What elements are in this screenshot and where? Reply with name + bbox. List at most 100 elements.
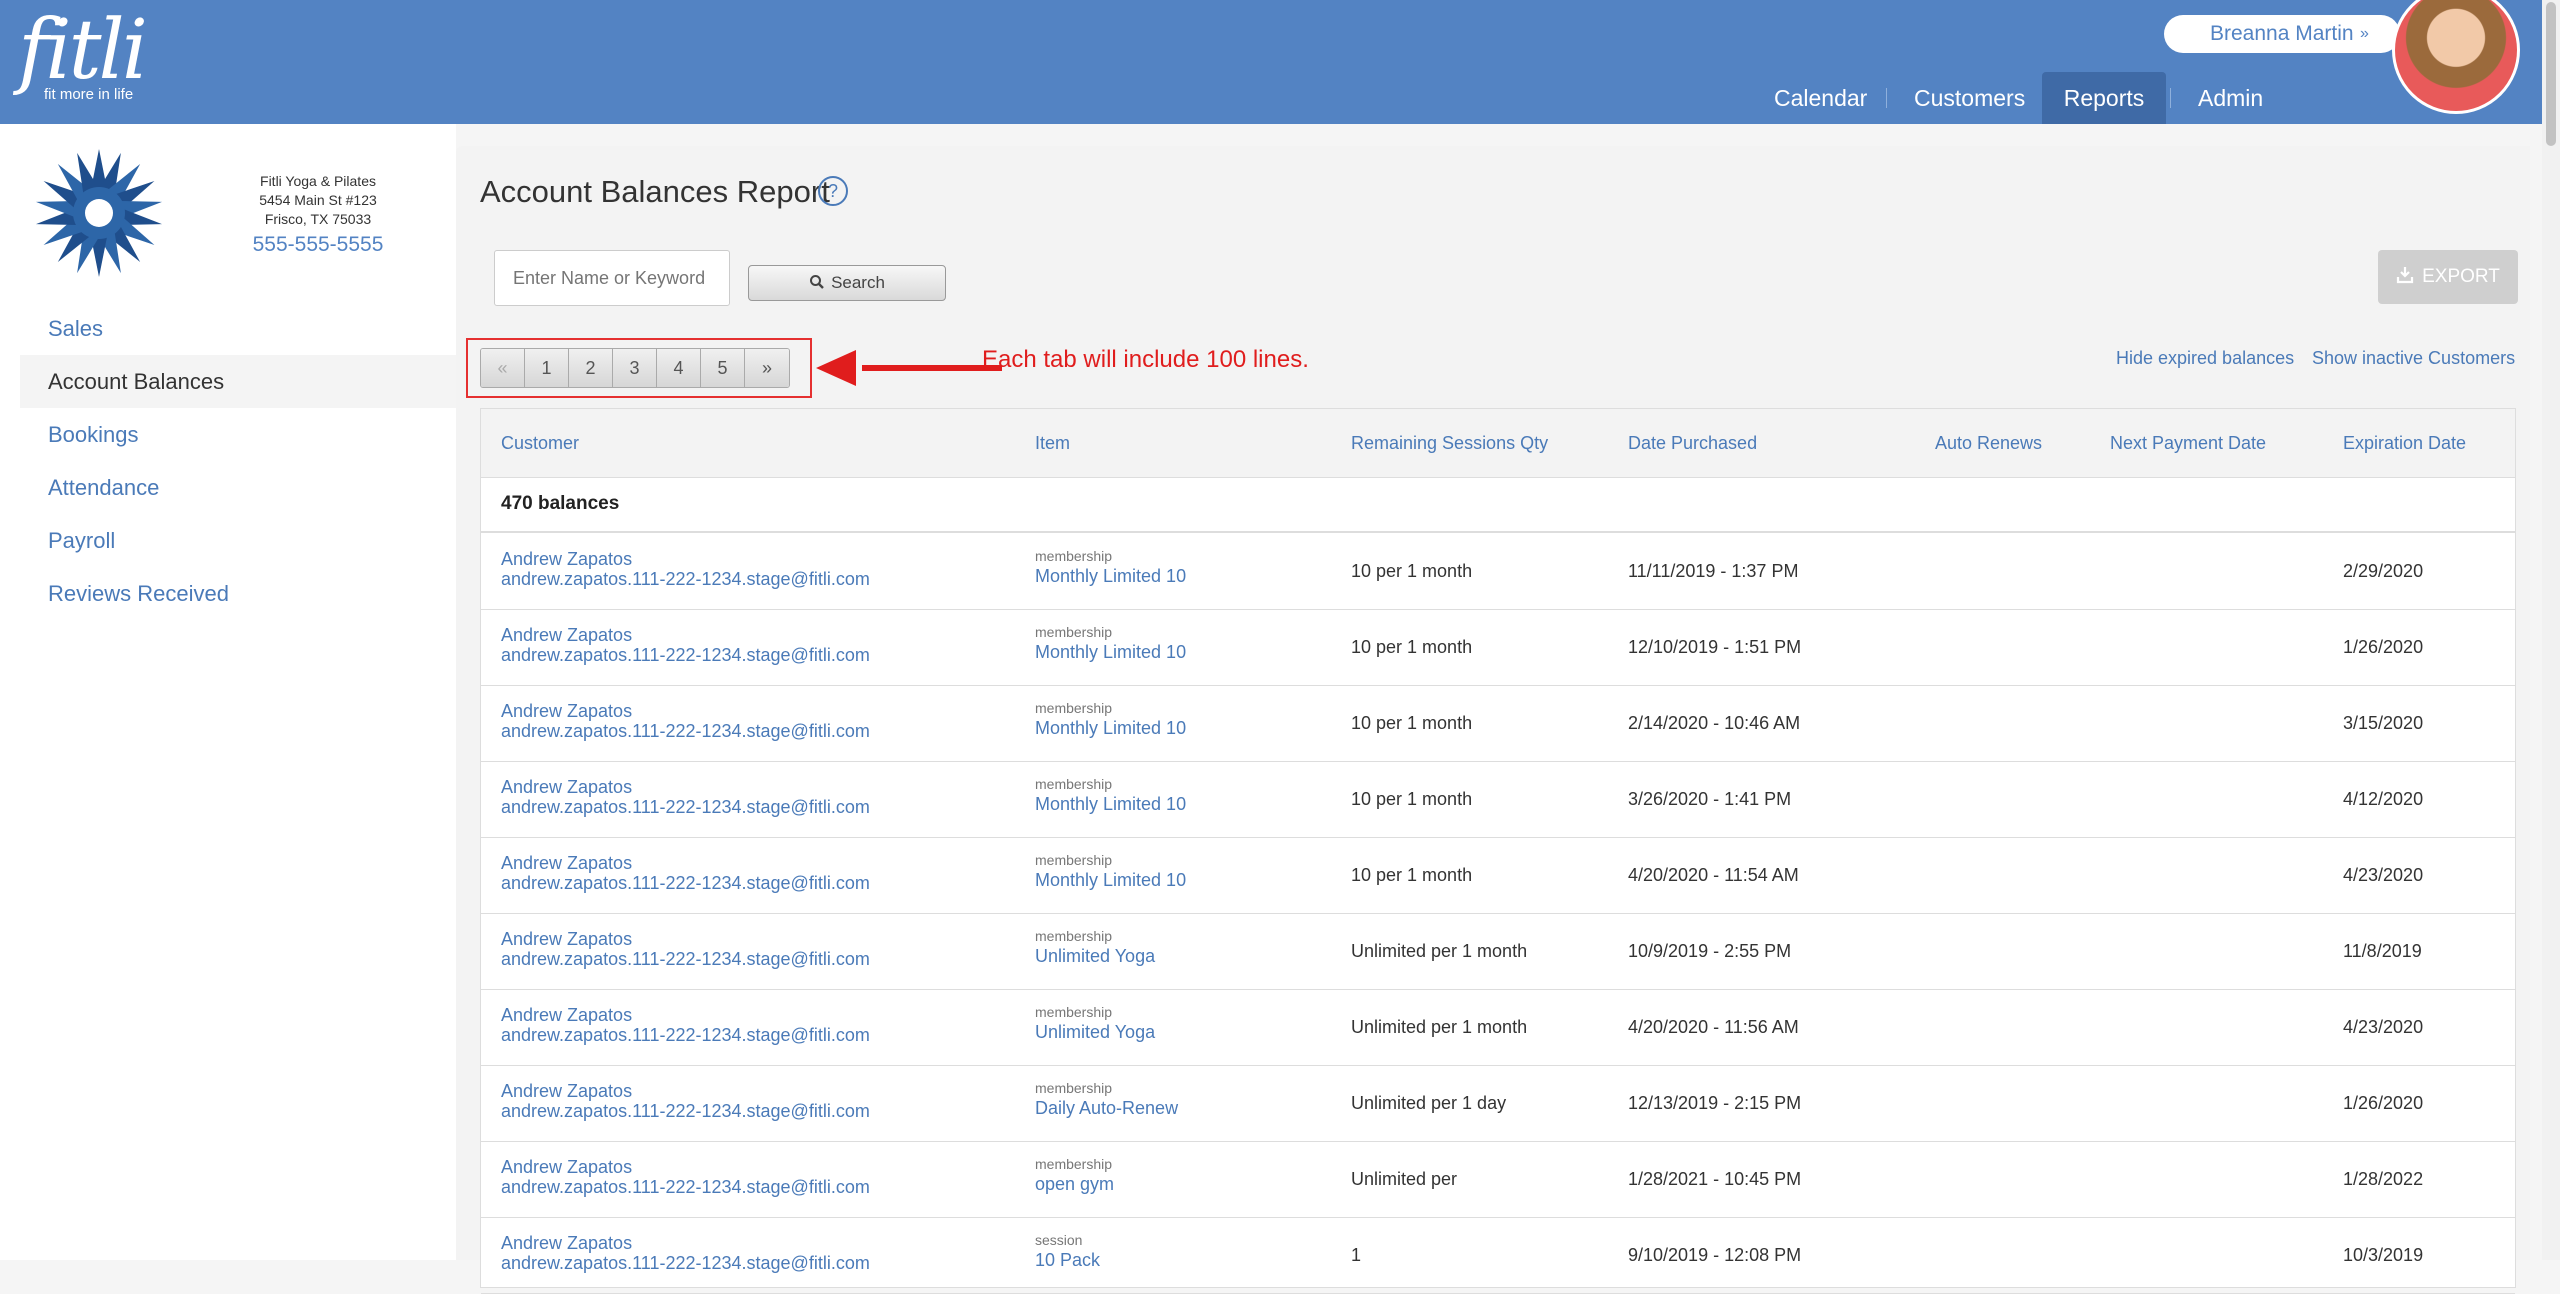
report-menu: Sales Account Balances Bookings Attendan… (20, 302, 456, 620)
column-header-auto-renews[interactable]: Auto Renews (1935, 409, 2042, 477)
user-name: Breanna Martin (2210, 22, 2354, 45)
item-name-link[interactable]: Monthly Limited 10 (1035, 869, 1186, 891)
table-header: Customer Item Remaining Sessions Qty Dat… (481, 409, 2515, 478)
date-purchased: 3/26/2020 - 1:41 PM (1628, 789, 1792, 809)
pagination-page-1[interactable]: 1 (525, 349, 569, 387)
date-purchased: 10/9/2019 - 2:55 PM (1628, 941, 1792, 961)
customer-email-link[interactable]: andrew.zapatos.111-222-1234.stage@fitli.… (501, 1253, 870, 1273)
date-purchased: 1/28/2021 - 10:45 PM (1628, 1169, 1802, 1189)
nav-calendar[interactable]: Calendar (1774, 72, 1867, 124)
item-name-link[interactable]: Monthly Limited 10 (1035, 565, 1186, 587)
customer-name-link[interactable]: Andrew Zapatos (501, 929, 870, 949)
export-button-label: EXPORT (2422, 266, 2500, 287)
studio-name: Fitli Yoga & Pilates (260, 173, 376, 189)
studio-logo-icon (35, 149, 163, 277)
remaining-sessions: 10 per 1 month (1351, 637, 1473, 657)
customer-name-link[interactable]: Andrew Zapatos (501, 625, 870, 645)
customer-email-link[interactable]: andrew.zapatos.111-222-1234.stage@fitli.… (501, 1025, 870, 1045)
expiration-date: 4/23/2020 (2343, 1017, 2424, 1037)
customer-email-link[interactable]: andrew.zapatos.111-222-1234.stage@fitli.… (501, 1177, 870, 1197)
customer-name-link[interactable]: Andrew Zapatos (501, 777, 870, 797)
item-type: membership (1035, 700, 1113, 716)
customer-email-link[interactable]: andrew.zapatos.111-222-1234.stage@fitli.… (501, 873, 870, 893)
customer-email-link[interactable]: andrew.zapatos.111-222-1234.stage@fitli.… (501, 721, 870, 741)
table-row: Andrew Zapatos andrew.zapatos.111-222-123… (481, 761, 2515, 838)
table-row: Andrew Zapatos andrew.zapatos.111-222-123… (481, 837, 2515, 914)
pagination-page-3[interactable]: 3 (613, 349, 657, 387)
customer-name-link[interactable]: Andrew Zapatos (501, 549, 870, 569)
column-header-item[interactable]: Item (1035, 409, 1070, 477)
customer-email-link[interactable]: andrew.zapatos.111-222-1234.stage@fitli.… (501, 569, 870, 589)
download-icon (2397, 267, 2414, 284)
sidebar-item-bookings[interactable]: Bookings (20, 408, 456, 461)
sidebar-item-payroll[interactable]: Payroll (20, 514, 456, 567)
item-type: membership (1035, 1080, 1113, 1096)
sidebar-item-reviews-received[interactable]: Reviews Received (20, 567, 456, 620)
pagination-page-4[interactable]: 4 (657, 349, 701, 387)
column-header-next-payment[interactable]: Next Payment Date (2110, 409, 2266, 477)
column-header-expiration[interactable]: Expiration Date (2343, 409, 2466, 477)
customer-email-link[interactable]: andrew.zapatos.111-222-1234.stage@fitli.… (501, 949, 870, 969)
table-row: Andrew Zapatos andrew.zapatos.111-222-123… (481, 685, 2515, 762)
customer-name-link[interactable]: Andrew Zapatos (501, 1081, 870, 1101)
item-name-link[interactable]: Unlimited Yoga (1035, 1021, 1155, 1043)
user-menu-button[interactable]: Breanna Martin » (2164, 15, 2400, 53)
nav-admin[interactable]: Admin (2198, 72, 2263, 124)
export-button[interactable]: EXPORT (2378, 250, 2518, 304)
hide-expired-link[interactable]: Hide expired balances (2116, 348, 2294, 369)
customer-name-link[interactable]: Andrew Zapatos (501, 1005, 870, 1025)
nav-reports[interactable]: Reports (2042, 72, 2166, 124)
table-row: Andrew Zapatos andrew.zapatos.111-222-123… (481, 533, 2515, 610)
search-button[interactable]: Search (748, 265, 946, 301)
sidebar-item-account-balances[interactable]: Account Balances (20, 355, 456, 408)
customer-name-link[interactable]: Andrew Zapatos (501, 1157, 870, 1177)
scrollbar[interactable] (2542, 0, 2560, 1260)
expiration-date: 1/26/2020 (2343, 637, 2424, 657)
item-name-link[interactable]: Monthly Limited 10 (1035, 717, 1186, 739)
customer-name-link[interactable]: Andrew Zapatos (501, 701, 870, 721)
sidebar-item-sales[interactable]: Sales (20, 302, 456, 355)
balance-count: 470 balances (501, 493, 620, 514)
pagination-next[interactable]: » (745, 349, 789, 387)
show-inactive-link[interactable]: Show inactive Customers (2312, 348, 2515, 369)
item-name-link[interactable]: 10 Pack (1035, 1249, 1100, 1271)
sidebar: Fitli Yoga & Pilates 5454 Main St #123 F… (0, 124, 456, 1260)
scrollbar-thumb[interactable] (2546, 2, 2556, 146)
customer-name-link[interactable]: Andrew Zapatos (501, 853, 870, 873)
remaining-sessions: 10 per 1 month (1351, 789, 1473, 809)
sidebar-item-attendance[interactable]: Attendance (20, 461, 456, 514)
expiration-date: 10/3/2019 (2343, 1245, 2424, 1265)
item-type: membership (1035, 1004, 1113, 1020)
search-input[interactable] (494, 250, 730, 306)
item-type: membership (1035, 928, 1113, 944)
nav-customers[interactable]: Customers (1914, 72, 2025, 124)
remaining-sessions: Unlimited per 1 month (1351, 1017, 1528, 1037)
remaining-sessions: 1 (1351, 1245, 1362, 1265)
column-header-date-purchased[interactable]: Date Purchased (1628, 409, 1757, 477)
item-name-link[interactable]: open gym (1035, 1173, 1114, 1195)
column-header-remaining[interactable]: Remaining Sessions Qty (1351, 409, 1548, 477)
nav-divider (1886, 88, 1887, 108)
item-name-link[interactable]: Monthly Limited 10 (1035, 793, 1186, 815)
item-name-link[interactable]: Daily Auto-Renew (1035, 1097, 1178, 1119)
studio-phone[interactable]: 555-555-5555 (215, 234, 421, 255)
balance-count-row: 470 balances (481, 477, 2515, 533)
help-icon[interactable]: ? (818, 176, 848, 206)
customer-name-link[interactable]: Andrew Zapatos (501, 1233, 870, 1253)
item-name-link[interactable]: Monthly Limited 10 (1035, 641, 1186, 663)
customer-email-link[interactable]: andrew.zapatos.111-222-1234.stage@fitli.… (501, 645, 870, 665)
date-purchased: 2/14/2020 - 10:46 AM (1628, 713, 1801, 733)
column-header-customer[interactable]: Customer (501, 409, 579, 477)
pagination: « 1 2 3 4 5 » (480, 348, 790, 388)
pagination-page-2[interactable]: 2 (569, 349, 613, 387)
nav-divider (2170, 88, 2171, 108)
table-row: Andrew Zapatos andrew.zapatos.111-222-123… (481, 989, 2515, 1066)
pagination-page-5[interactable]: 5 (701, 349, 745, 387)
main-content: Account Balances Report ? Search EXPORT … (456, 124, 2542, 1294)
customer-email-link[interactable]: andrew.zapatos.111-222-1234.stage@fitli.… (501, 797, 870, 817)
pagination-prev[interactable]: « (481, 349, 525, 387)
studio-address-line2: Frisco, TX 75033 (264, 211, 372, 227)
customer-email-link[interactable]: andrew.zapatos.111-222-1234.stage@fitli.… (501, 1101, 870, 1121)
item-name-link[interactable]: Unlimited Yoga (1035, 945, 1155, 967)
item-type: membership (1035, 1156, 1113, 1172)
